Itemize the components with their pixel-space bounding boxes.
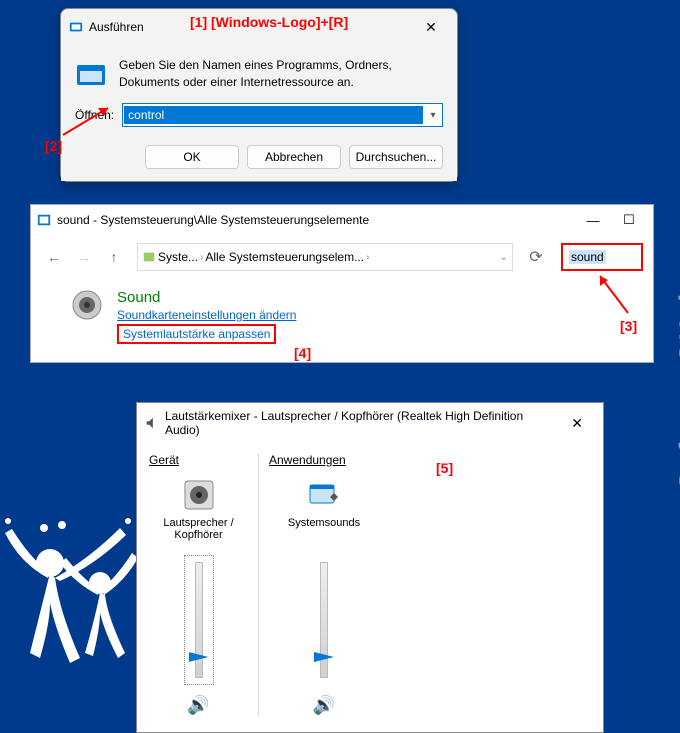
device-name[interactable]: Lautsprecher / Kopfhörer — [149, 517, 248, 547]
chevron-down-icon[interactable]: ▾ — [424, 110, 442, 121]
address-bar[interactable]: Syste... › Alle Systemsteuerungselem... … — [137, 243, 513, 271]
result-title[interactable]: Sound — [117, 289, 296, 306]
volume-icon — [145, 416, 159, 430]
open-combobox[interactable]: control ▾ — [122, 103, 443, 127]
cp-title-text: sound - Systemsteuerung\Alle Systemsteue… — [57, 213, 369, 227]
volume-mixer-window: Lautstärkemixer - Lautsprecher / Kopfhör… — [136, 402, 604, 733]
search-value: sound — [569, 250, 606, 264]
mixer-titlebar: Lautstärkemixer - Lautsprecher / Kopfhör… — [137, 403, 603, 443]
close-button[interactable]: ✕ — [559, 411, 595, 435]
refresh-button[interactable]: ⟳ — [521, 243, 551, 271]
close-button[interactable]: ✕ — [413, 15, 449, 39]
breadcrumb-1[interactable]: Syste... — [158, 250, 198, 264]
chevron-right-icon[interactable]: › — [200, 252, 203, 263]
app-mute-button[interactable]: 🔊 — [313, 695, 335, 716]
forward-button[interactable]: → — [71, 244, 97, 270]
control-panel-window: sound - Systemsteuerung\Alle Systemsteue… — [30, 204, 654, 363]
app-volume-slider[interactable] — [309, 555, 339, 685]
open-label: Öffnen: — [75, 108, 114, 122]
mixer-app-column: Anwendungen Systemsounds 🔊 — [269, 453, 379, 716]
system-sounds-icon[interactable] — [306, 477, 342, 513]
address-icon — [142, 250, 156, 264]
speaker-icon — [71, 289, 103, 321]
device-volume-slider[interactable] — [184, 555, 214, 685]
chevron-right-icon[interactable]: › — [366, 252, 369, 263]
control-panel-icon — [37, 213, 51, 227]
open-value: control — [124, 106, 423, 124]
device-mute-button[interactable]: 🔊 — [187, 695, 209, 716]
watermark-figure — [0, 503, 140, 703]
maximize-button[interactable]: ☐ — [611, 209, 647, 231]
run-dialog: Ausführen ✕ Geben Sie den Namen eines Pr… — [60, 8, 458, 182]
ok-button[interactable]: OK — [145, 145, 239, 169]
breadcrumb-2[interactable]: Alle Systemsteuerungselem... — [205, 250, 364, 264]
run-title-text: Ausführen — [89, 20, 144, 34]
back-button[interactable]: ← — [41, 244, 67, 270]
search-result: Sound Soundkarteneinstellungen ändern Sy… — [31, 279, 653, 362]
result-link-sound-settings[interactable]: Soundkarteneinstellungen ändern — [117, 308, 296, 322]
cancel-button[interactable]: Abbrechen — [247, 145, 341, 169]
apps-section-label: Anwendungen — [269, 453, 379, 467]
run-titlebar: Ausführen ✕ — [61, 9, 457, 45]
mixer-device-column: Gerät Lautsprecher / Kopfhörer 🔊 — [149, 453, 259, 716]
device-section-label: Gerät — [149, 453, 248, 467]
watermark-side: SoftwareOK.de — [674, 276, 680, 490]
speaker-device-icon[interactable] — [181, 477, 217, 513]
minimize-button[interactable]: — — [575, 209, 611, 231]
up-button[interactable]: ↑ — [101, 244, 127, 270]
app-name[interactable]: Systemsounds — [288, 517, 360, 547]
browse-button[interactable]: Durchsuchen... — [349, 145, 443, 169]
result-link-volume-adjust[interactable]: Systemlautstärke anpassen — [117, 324, 276, 344]
run-big-icon — [75, 59, 107, 91]
search-input[interactable]: sound — [561, 243, 643, 271]
run-description: Geben Sie den Namen eines Programms, Ord… — [119, 57, 443, 91]
cp-titlebar: sound - Systemsteuerung\Alle Systemsteue… — [31, 205, 653, 235]
run-icon — [69, 20, 83, 34]
mixer-title-text: Lautstärkemixer - Lautsprecher / Kopfhör… — [165, 409, 559, 437]
chevron-down-icon[interactable]: ⌄ — [500, 252, 508, 263]
